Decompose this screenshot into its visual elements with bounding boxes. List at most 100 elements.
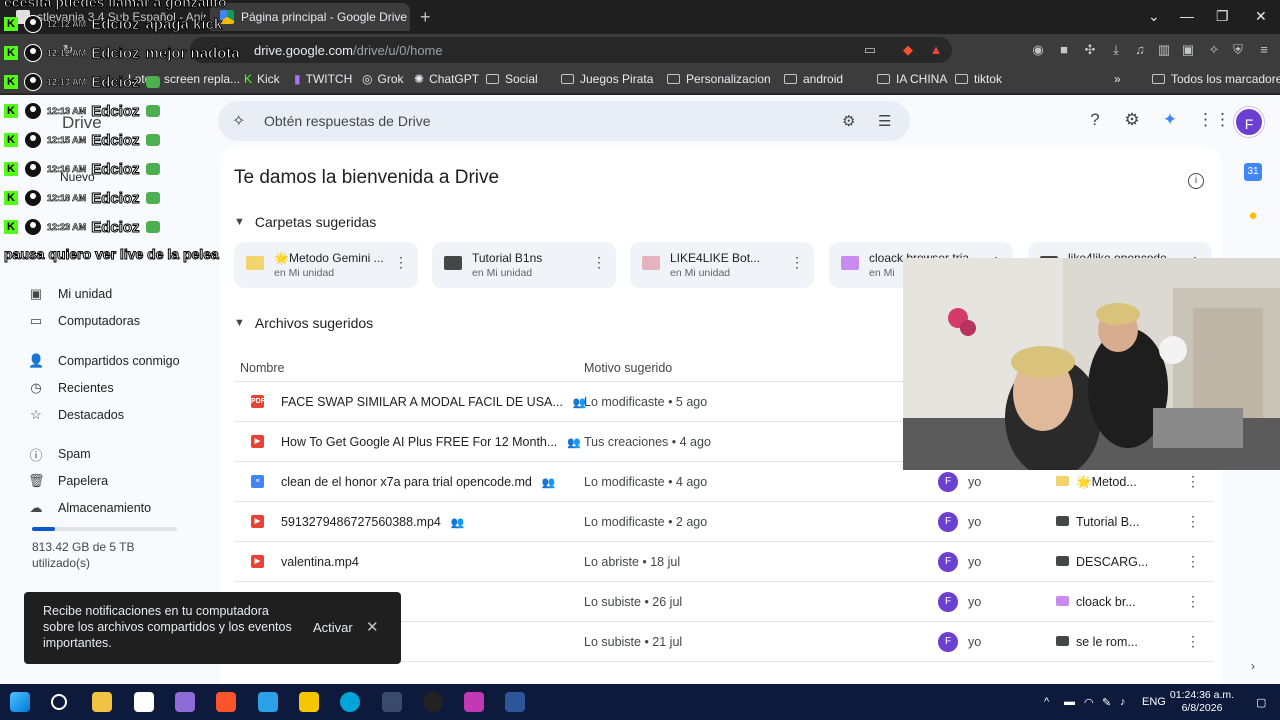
app-icon[interactable] <box>464 692 484 712</box>
file-location[interactable]: 🌟Metod... <box>1076 475 1137 490</box>
app-icon[interactable] <box>175 692 195 712</box>
notes-icon[interactable] <box>299 692 319 712</box>
file-location[interactable]: DESCARG... <box>1076 555 1148 569</box>
table-row[interactable]: ▶ 5913279486727560388.mp4 👥 Lo modificaste … <box>234 502 1214 542</box>
obs-icon[interactable] <box>423 692 443 712</box>
sidebar-item-destacados[interactable]: ☆ Destacados <box>28 403 124 427</box>
info-icon[interactable]: i <box>1188 173 1204 189</box>
tab-search-chevron-icon[interactable]: ⌄ <box>1148 8 1160 25</box>
vpn-icon[interactable]: ⛨ <box>1230 42 1246 58</box>
owner-name: yo <box>968 635 982 649</box>
system-clock[interactable]: 01:24:36 a.m. 6/8/2026 <box>1166 689 1238 715</box>
activate-button[interactable]: Activar <box>313 620 353 635</box>
camera-extension-icon[interactable]: ◉ <box>1030 42 1046 58</box>
minimize-button[interactable]: — <box>1180 8 1194 24</box>
account-avatar[interactable]: F <box>1234 107 1264 137</box>
sidebar-item-spam[interactable]: ⓘ Spam <box>28 442 90 466</box>
tray-chevron-up-icon[interactable]: ^ <box>1044 696 1049 708</box>
suggested-folders-header[interactable]: ▼ Carpetas sugeridas <box>234 214 376 230</box>
bookmark-all[interactable]: Todos los marcadores <box>1152 72 1280 86</box>
emote-icon <box>145 105 160 117</box>
notification-center-icon[interactable]: ▢ <box>1256 696 1266 709</box>
bookmark-kick[interactable]: K Kick <box>244 72 280 86</box>
more-options-icon[interactable]: ⋮ <box>1186 513 1200 530</box>
bookmark-ia-china[interactable]: IA CHINA <box>877 72 947 86</box>
language-indicator[interactable]: ENG <box>1142 696 1166 708</box>
volume-icon[interactable]: ♪ <box>1120 696 1126 708</box>
more-options-icon[interactable]: ⋮ <box>1186 633 1200 650</box>
file-location[interactable]: se le rom... <box>1076 635 1138 649</box>
app-icon[interactable] <box>340 692 360 712</box>
more-options-icon[interactable]: ⋮ <box>394 254 408 271</box>
bookmark-grok[interactable]: ◎ Grok <box>362 72 404 86</box>
pdf-file-icon: PDF <box>251 395 265 408</box>
search-filter-icon[interactable]: ⚙ <box>842 112 855 130</box>
sidebar-icon[interactable]: ▥ <box>1156 42 1172 58</box>
battery-icon[interactable]: ▬ <box>1064 696 1075 708</box>
advanced-search-icon[interactable]: ☰ <box>878 112 891 130</box>
media-icon[interactable]: ♫ <box>1132 42 1148 58</box>
brave-rewards-icon[interactable]: ▲ <box>928 42 944 58</box>
new-tab-button[interactable]: + <box>420 7 431 28</box>
calendar-icon[interactable]: 31 <box>1244 163 1262 181</box>
app-icon[interactable] <box>382 692 402 712</box>
column-header-reason[interactable]: Motivo sugerido <box>584 361 672 375</box>
folder-card[interactable]: LIKE4LIKE Bot... en Mi unidad ⋮ <box>630 242 814 288</box>
suggested-files-header[interactable]: ▼ Archivos sugeridos <box>234 315 373 331</box>
sidebar-item-almacenamiento[interactable]: ☁ Almacenamiento <box>28 496 152 520</box>
more-options-icon[interactable]: ⋮ <box>1186 553 1200 570</box>
bookmark-chatgpt[interactable]: ✺ ChatGPT <box>414 72 479 86</box>
pen-icon[interactable]: ✎ <box>1102 696 1111 709</box>
sidebar-item-compartidos[interactable]: 👤 Compartidos conmigo <box>28 349 180 373</box>
search-bar[interactable]: ✧ Obtén respuestas de Drive ⚙ ☰ <box>218 101 910 141</box>
bookmark-personalizacion[interactable]: Personalizacion <box>667 72 771 86</box>
bookmark-tiktok[interactable]: tiktok <box>955 72 1002 86</box>
column-header-name[interactable]: Nombre <box>240 361 284 375</box>
wifi-icon[interactable]: ◠ <box>1084 696 1094 709</box>
folder-card[interactable]: 🌟Metodo Gemini ... en Mi unidad ⋮ <box>234 242 418 288</box>
windows-start-icon[interactable] <box>10 692 30 712</box>
address-bar[interactable]: drive.google.com/drive/u/0/home ▭ ◆ ▲ <box>190 37 952 63</box>
download-icon[interactable]: ⤓ <box>1108 42 1124 58</box>
table-row[interactable]: ▶ valentina.mp4 Lo abriste • 18 jul Fyo DESC… <box>234 542 1214 582</box>
tab-google-drive[interactable]: Página principal - Google Drive ✕ <box>210 3 410 31</box>
keep-icon[interactable]: ● <box>1244 207 1262 225</box>
bookmark-juegos-pirata[interactable]: Juegos Pirata <box>561 72 653 86</box>
leo-ai-icon[interactable]: ✧ <box>1206 42 1222 58</box>
more-bookmarks-button[interactable]: » <box>1114 72 1121 86</box>
close-window-button[interactable]: ✕ <box>1255 8 1267 25</box>
sidebar-item-mi-unidad[interactable]: ▣ Mi unidad <box>28 282 112 306</box>
wallet-icon[interactable]: ▣ <box>1180 42 1196 58</box>
more-options-icon[interactable]: ⋮ <box>1186 593 1200 610</box>
close-icon[interactable]: ✕ <box>366 618 379 636</box>
settings-gear-icon[interactable]: ⚙ <box>1121 110 1143 130</box>
sidebar-item-recientes[interactable]: ◷ Recientes <box>28 376 113 400</box>
brave-shields-icon[interactable]: ◆ <box>900 42 916 58</box>
sidebar-item-computadoras[interactable]: ▭ Computadoras <box>28 309 140 333</box>
extension-icon[interactable]: ■ <box>1056 42 1072 58</box>
cast-icon[interactable]: ▭ <box>862 42 878 58</box>
notion-icon[interactable] <box>134 692 154 712</box>
more-options-icon[interactable]: ⋮ <box>790 254 804 271</box>
chevron-right-icon[interactable]: › <box>1244 657 1262 675</box>
file-explorer-icon[interactable] <box>92 692 112 712</box>
folder-card[interactable]: Tutorial B1ns en Mi unidad ⋮ <box>432 242 616 288</box>
gemini-icon[interactable]: ✦ <box>1159 110 1181 130</box>
apps-grid-icon[interactable]: ⋮⋮ <box>1197 110 1231 130</box>
bookmark-social[interactable]: Social <box>486 72 538 86</box>
more-options-icon[interactable]: ⋮ <box>592 254 606 271</box>
bookmark-android[interactable]: android <box>784 72 843 86</box>
brave-browser-icon[interactable] <box>216 692 236 712</box>
file-location[interactable]: Tutorial B... <box>1076 515 1139 529</box>
store-icon[interactable] <box>258 692 278 712</box>
more-options-icon[interactable]: ⋮ <box>1186 473 1200 490</box>
file-location[interactable]: cloack br... <box>1076 595 1136 609</box>
maximize-button[interactable]: ❐ <box>1216 8 1229 25</box>
help-icon[interactable]: ? <box>1084 110 1106 130</box>
search-icon[interactable] <box>51 694 67 710</box>
menu-icon[interactable]: ≡ <box>1256 42 1272 58</box>
bookmark-twitch[interactable]: ▮ TWITCH <box>294 72 352 86</box>
sidebar-item-papelera[interactable]: 🗑 Papelera <box>28 469 108 493</box>
word-icon[interactable] <box>505 692 525 712</box>
puzzle-extensions-icon[interactable]: ✣ <box>1082 42 1098 58</box>
